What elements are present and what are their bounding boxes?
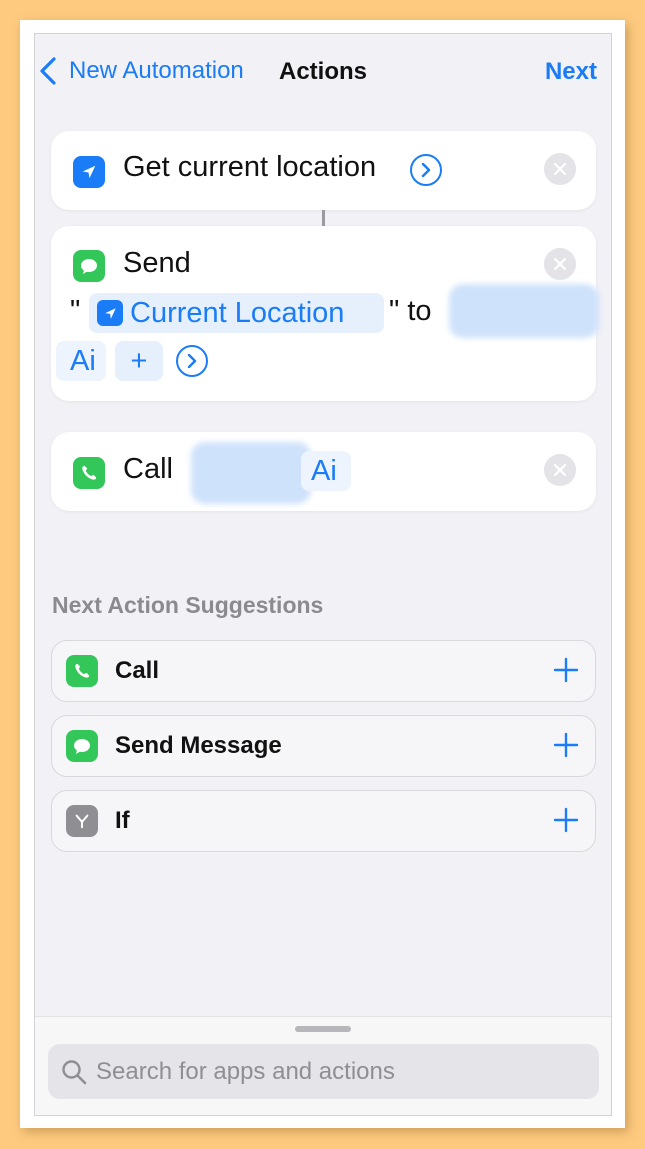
flow-connector (322, 210, 325, 226)
back-label: New Automation (69, 57, 244, 84)
page-title: Actions (279, 58, 368, 85)
quote-open: " (70, 295, 81, 327)
remove-action-button[interactable] (544, 454, 576, 486)
suggestion-send-message[interactable]: Send Message (51, 715, 596, 777)
action-card-call[interactable]: Call Ai (51, 432, 596, 511)
action-label: Send (123, 247, 191, 279)
message-icon (73, 250, 105, 282)
variable-label: Current Location (130, 296, 345, 329)
suggestion-call[interactable]: Call (51, 640, 596, 702)
contact-token[interactable]: Ai (301, 451, 351, 491)
close-icon (554, 163, 566, 175)
action-label: Get current location (123, 151, 377, 183)
remove-action-button[interactable] (544, 248, 576, 280)
expand-chevron-icon[interactable] (176, 345, 208, 377)
search-input[interactable] (96, 1057, 576, 1086)
plus-icon[interactable] (553, 807, 579, 833)
search-bar[interactable] (48, 1044, 599, 1099)
phone-icon (73, 457, 105, 489)
suggestion-if[interactable]: If (51, 790, 596, 852)
suggestions-heading: Next Action Suggestions (52, 592, 324, 618)
plus-icon: + (130, 344, 148, 377)
phone-icon (66, 655, 98, 687)
add-recipient-button[interactable]: + (115, 341, 163, 381)
back-button[interactable]: New Automation (37, 56, 244, 86)
redacted-contact (191, 442, 311, 504)
recipient-name: Ai (70, 344, 96, 377)
search-icon (62, 1059, 87, 1084)
plus-icon[interactable] (553, 657, 579, 683)
message-icon (66, 730, 98, 762)
contact-name: Ai (311, 454, 337, 487)
remove-action-button[interactable] (544, 153, 576, 185)
expand-chevron-icon[interactable] (410, 154, 442, 186)
current-location-variable[interactable]: Current Location (89, 293, 384, 333)
recipient-token[interactable]: Ai (56, 341, 106, 381)
navigation-bar: New Automation Actions Next (35, 34, 611, 114)
quote-close-to: " to (389, 295, 432, 327)
location-arrow-icon (73, 156, 105, 188)
suggestion-label: Send Message (115, 732, 282, 759)
redacted-recipient (449, 284, 599, 338)
shortcuts-actions-screen: New Automation Actions Next Get current … (34, 33, 612, 1116)
suggestion-label: If (115, 807, 130, 834)
suggestion-label: Call (115, 657, 160, 684)
close-icon (554, 258, 566, 270)
close-icon (554, 464, 566, 476)
branch-icon (66, 805, 98, 837)
plus-icon[interactable] (553, 732, 579, 758)
chevron-left-icon (40, 57, 56, 85)
action-card-get-location[interactable]: Get current location (51, 131, 596, 210)
action-card-send[interactable]: Send " Current Location " to Ai + (51, 226, 599, 401)
next-button[interactable]: Next (545, 58, 597, 86)
action-search-sheet (35, 1016, 611, 1115)
action-label: Call (123, 453, 173, 485)
sheet-grabber-handle[interactable] (295, 1026, 351, 1032)
location-arrow-icon (97, 300, 123, 326)
